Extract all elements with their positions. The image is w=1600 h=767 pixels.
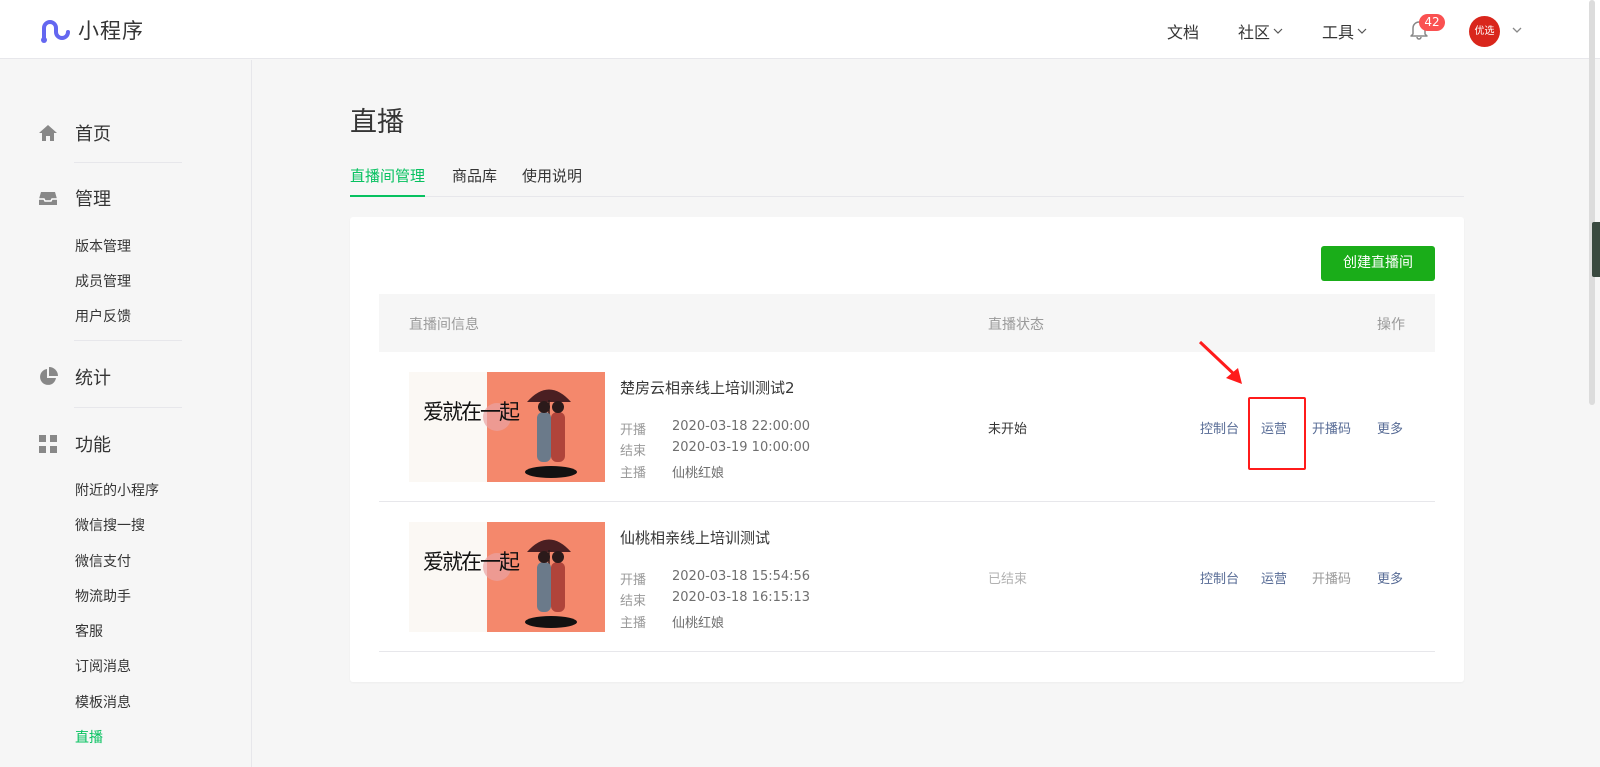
pie-chart-icon	[40, 367, 58, 385]
avatar[interactable]: 优选	[1469, 16, 1500, 47]
end-time: 2020-03-18 16:15:13	[672, 590, 811, 605]
room-cover-image: 爱就在一起	[409, 522, 605, 632]
start-time: 2020-03-18 22:00:00	[672, 419, 811, 434]
cover-illustration-icon	[483, 389, 577, 478]
create-live-room-button[interactable]: 创建直播间	[1321, 246, 1435, 281]
cover-title-text: 爱就在一起	[423, 400, 520, 424]
sidebar-item-version[interactable]: 版本管理	[75, 236, 131, 256]
tab-bar: 直播间管理 商品库 使用说明	[350, 165, 1464, 197]
page-scrollbar[interactable]	[1589, 0, 1595, 405]
nav-tools-label: 工具	[1322, 23, 1355, 42]
host-name: 仙桃红娘	[672, 616, 725, 631]
sidebar-section-label: 首页	[75, 124, 111, 145]
start-time: 2020-03-18 15:54:56	[672, 569, 811, 584]
sidebar-section-label: 管理	[75, 189, 111, 210]
nav-docs[interactable]: 文档	[1167, 19, 1199, 43]
room-title[interactable]: 仙桃相亲线上培训测试	[620, 527, 770, 548]
end-time: 2020-03-19 10:00:00	[672, 440, 811, 455]
divider	[74, 407, 182, 408]
tab-product-library[interactable]: 商品库	[452, 165, 497, 197]
cover-title-text: 爱就在一起	[423, 550, 520, 574]
chevron-down-icon	[1357, 28, 1367, 34]
room-title[interactable]: 楚房云相亲线上培训测试2	[620, 377, 795, 398]
nav-docs-label: 文档	[1167, 23, 1200, 42]
grid-icon	[39, 435, 57, 453]
table-header: 直播间信息 直播状态 操作	[379, 294, 1435, 352]
tab-live-room-management[interactable]: 直播间管理	[350, 165, 426, 197]
table-row: 爱就在一起 仙桃相亲线上培训测试 开播 2020-03-18 15:54:56 …	[379, 502, 1435, 652]
sidebar-item-subscribe-msg[interactable]: 订阅消息	[75, 656, 131, 676]
room-cover-image: 爱就在一起	[409, 372, 605, 482]
sidebar-section-manage[interactable]: 管理	[38, 185, 111, 211]
sidebar-section-home[interactable]: 首页	[38, 120, 111, 146]
status-badge: 未开始	[988, 422, 1028, 437]
page-title: 直播	[350, 107, 404, 138]
operations-link[interactable]: 运营	[1261, 568, 1287, 587]
cover-illustration-icon	[483, 539, 577, 628]
nav-community[interactable]: 社区	[1238, 19, 1283, 43]
host-label: 主播	[620, 466, 647, 481]
header-room-info: 直播间信息	[409, 317, 479, 333]
brand-name: 小程序	[78, 19, 144, 43]
start-label: 开播	[620, 573, 647, 588]
more-link[interactable]: 更多	[1377, 418, 1403, 437]
brand-logo[interactable]: 小程序	[38, 14, 144, 46]
sidebar-section-stats[interactable]: 统计	[38, 364, 111, 390]
status-badge: 已结束	[988, 572, 1028, 587]
header-operations: 操作	[1377, 317, 1405, 333]
host-name: 仙桃红娘	[672, 466, 725, 481]
annotation-highlight-box	[1248, 397, 1306, 470]
sidebar-item-nearby[interactable]: 附近的小程序	[75, 480, 159, 500]
inbox-icon	[39, 192, 57, 205]
sidebar-item-feedback[interactable]: 用户反馈	[75, 306, 131, 326]
sidebar-item-template-msg[interactable]: 模板消息	[75, 692, 131, 712]
host-label: 主播	[620, 616, 647, 631]
broadcast-code-link[interactable]: 开播码	[1312, 418, 1351, 437]
sidebar-section-features[interactable]: 功能	[38, 431, 111, 457]
end-label: 结束	[620, 444, 647, 459]
home-icon	[39, 125, 57, 141]
chevron-down-icon[interactable]	[1511, 24, 1523, 36]
sidebar: 首页 管理 版本管理 成员管理 用户反馈 统计 功能 附近的小程序 微信搜一搜 …	[0, 60, 252, 767]
divider	[74, 162, 182, 163]
sidebar-item-pay[interactable]: 微信支付	[75, 551, 131, 571]
more-link[interactable]: 更多	[1377, 568, 1403, 587]
side-widget-handle[interactable]	[1592, 222, 1600, 277]
sidebar-section-label: 统计	[75, 368, 111, 389]
sidebar-section-label: 功能	[75, 435, 111, 456]
chevron-down-icon	[1273, 28, 1283, 34]
miniprogram-logo-icon	[41, 20, 70, 43]
sidebar-item-customer-service[interactable]: 客服	[75, 621, 103, 641]
tab-instructions[interactable]: 使用说明	[522, 165, 582, 197]
start-label: 开播	[620, 423, 647, 438]
broadcast-code-link[interactable]: 开播码	[1312, 568, 1351, 587]
header-live-status: 直播状态	[988, 317, 1044, 333]
sidebar-item-logistics[interactable]: 物流助手	[75, 586, 131, 606]
end-label: 结束	[620, 594, 647, 609]
console-link[interactable]: 控制台	[1200, 418, 1239, 437]
sidebar-item-members[interactable]: 成员管理	[75, 271, 131, 291]
nav-community-label: 社区	[1238, 23, 1271, 42]
divider	[74, 340, 182, 341]
notification-badge: 42	[1419, 14, 1445, 31]
annotation-arrow-icon	[1198, 340, 1242, 384]
top-bar: 小程序 文档 社区 工具 42 优选	[0, 0, 1600, 59]
sidebar-item-live[interactable]: 直播	[75, 727, 103, 747]
avatar-text: 优选	[1474, 26, 1495, 37]
sidebar-item-search[interactable]: 微信搜一搜	[75, 515, 145, 535]
nav-tools[interactable]: 工具	[1322, 19, 1367, 43]
console-link[interactable]: 控制台	[1200, 568, 1239, 587]
